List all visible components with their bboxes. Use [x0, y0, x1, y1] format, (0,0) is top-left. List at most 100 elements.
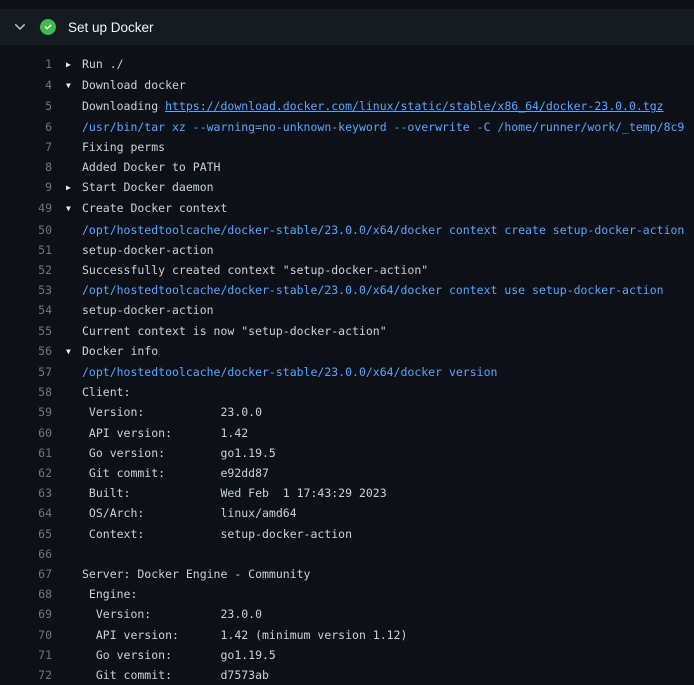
- log-line[interactable]: 69 Version: 23.0.0: [0, 604, 694, 624]
- log-text: OS/Arch: linux/amd64: [82, 506, 297, 520]
- log-line[interactable]: 71 Go version: go1.19.5: [0, 645, 694, 665]
- line-number[interactable]: 60: [0, 423, 52, 443]
- log-line[interactable]: 70 API version: 1.42 (minimum version 1.…: [0, 625, 694, 645]
- line-number[interactable]: 62: [0, 463, 52, 483]
- line-number[interactable]: 70: [0, 625, 52, 645]
- log-line[interactable]: 6/usr/bin/tar xz --warning=no-unknown-ke…: [0, 117, 694, 137]
- line-content: Fixing perms: [66, 137, 694, 157]
- line-number[interactable]: 56: [0, 341, 52, 362]
- line-number[interactable]: 8: [0, 157, 52, 177]
- log-line[interactable]: 58Client:: [0, 382, 694, 402]
- line-content: Downloading https://download.docker.com/…: [66, 96, 694, 116]
- line-number[interactable]: 61: [0, 443, 52, 463]
- line-content: Git commit: d7573ab: [66, 665, 694, 685]
- line-number[interactable]: 66: [0, 544, 52, 564]
- log-line[interactable]: 65 Context: setup-docker-action: [0, 524, 694, 544]
- line-content: ▶Start Docker daemon: [66, 177, 694, 198]
- chevron-down-icon[interactable]: [12, 19, 28, 35]
- group-collapse-icon[interactable]: ▼: [66, 199, 82, 219]
- line-content: setup-docker-action: [66, 300, 694, 320]
- group-expand-icon[interactable]: ▶: [66, 178, 82, 198]
- line-number[interactable]: 64: [0, 503, 52, 523]
- log-line[interactable]: 4 ▼Download docker: [0, 75, 694, 96]
- line-number[interactable]: 68: [0, 584, 52, 604]
- line-number[interactable]: 69: [0, 604, 52, 624]
- log-text: Go version: go1.19.5: [82, 446, 276, 460]
- line-content: [66, 544, 694, 564]
- line-number[interactable]: 4: [0, 75, 52, 96]
- log-line[interactable]: 7 Fixing perms: [0, 137, 694, 157]
- line-number[interactable]: 7: [0, 137, 52, 157]
- group-collapse-icon[interactable]: ▼: [66, 76, 82, 96]
- log-text: Run ./: [82, 57, 124, 71]
- log-line[interactable]: 50/opt/hostedtoolcache/docker-stable/23.…: [0, 220, 694, 240]
- line-number[interactable]: 63: [0, 483, 52, 503]
- log-line[interactable]: 1 ▶Run ./: [0, 54, 694, 75]
- log-line[interactable]: 60 API version: 1.42: [0, 423, 694, 443]
- step-header[interactable]: Set up Docker: [0, 9, 694, 45]
- log-text: Go version: go1.19.5: [82, 648, 276, 662]
- line-number[interactable]: 53: [0, 280, 52, 300]
- log-line[interactable]: 9 ▶Start Docker daemon: [0, 177, 694, 198]
- line-number[interactable]: 50: [0, 220, 52, 240]
- line-number[interactable]: 52: [0, 260, 52, 280]
- log-line[interactable]: 53/opt/hostedtoolcache/docker-stable/23.…: [0, 280, 694, 300]
- log-line[interactable]: 66: [0, 544, 694, 564]
- line-content: OS/Arch: linux/amd64: [66, 503, 694, 523]
- line-number[interactable]: 65: [0, 524, 52, 544]
- log-text: /opt/hostedtoolcache/docker-stable/23.0.…: [82, 283, 664, 297]
- group-collapse-icon[interactable]: ▼: [66, 342, 82, 362]
- line-content: Built: Wed Feb 1 17:43:29 2023: [66, 483, 694, 503]
- log-line[interactable]: 55 Current context is now "setup-docker-a…: [0, 321, 694, 341]
- line-number[interactable]: 9: [0, 177, 52, 198]
- line-content: API version: 1.42: [66, 423, 694, 443]
- log-line[interactable]: 57/opt/hostedtoolcache/docker-stable/23.…: [0, 362, 694, 382]
- line-number[interactable]: 5: [0, 96, 52, 116]
- log-text: Downloading: [82, 99, 165, 113]
- line-content: Server: Docker Engine - Community: [66, 564, 694, 584]
- log-line[interactable]: 51 setup-docker-action: [0, 240, 694, 260]
- log-line[interactable]: 68 Engine:: [0, 584, 694, 604]
- log-line[interactable]: 8 Added Docker to PATH: [0, 157, 694, 177]
- log-text: /opt/hostedtoolcache/docker-stable/23.0.…: [82, 223, 684, 237]
- log-line[interactable]: 49▼Create Docker context: [0, 198, 694, 219]
- line-content: Git commit: e92dd87: [66, 463, 694, 483]
- line-number[interactable]: 1: [0, 54, 52, 75]
- log-line[interactable]: 52Successfully created context "setup-do…: [0, 260, 694, 280]
- line-number[interactable]: 55: [0, 321, 52, 341]
- line-number[interactable]: 51: [0, 240, 52, 260]
- line-number[interactable]: 57: [0, 362, 52, 382]
- line-content: Context: setup-docker-action: [66, 524, 694, 544]
- line-content: /opt/hostedtoolcache/docker-stable/23.0.…: [66, 362, 694, 382]
- log-text: Fixing perms: [82, 140, 165, 154]
- log-line[interactable]: 56 ▼Docker info: [0, 341, 694, 362]
- log-text: setup-docker-action: [82, 303, 214, 317]
- line-number[interactable]: 49: [0, 198, 52, 219]
- log-line[interactable]: 63 Built: Wed Feb 1 17:43:29 2023: [0, 483, 694, 503]
- line-number[interactable]: 71: [0, 645, 52, 665]
- log-line[interactable]: 54 setup-docker-action: [0, 300, 694, 320]
- group-expand-icon[interactable]: ▶: [66, 55, 82, 75]
- log-line[interactable]: 5 Downloading https://download.docker.com…: [0, 96, 694, 116]
- line-number[interactable]: 6: [0, 117, 52, 137]
- line-number[interactable]: 54: [0, 300, 52, 320]
- log-text: Server: Docker Engine - Community: [82, 567, 310, 581]
- line-content: Current context is now "setup-docker-act…: [66, 321, 694, 341]
- log-line[interactable]: 72 Git commit: d7573ab: [0, 665, 694, 685]
- line-number[interactable]: 67: [0, 564, 52, 584]
- line-content: ▼Docker info: [66, 341, 694, 362]
- log-text: Added Docker to PATH: [82, 160, 220, 174]
- log-line[interactable]: 62 Git commit: e92dd87: [0, 463, 694, 483]
- line-number[interactable]: 58: [0, 382, 52, 402]
- line-number[interactable]: 72: [0, 665, 52, 685]
- log-line[interactable]: 61 Go version: go1.19.5: [0, 443, 694, 463]
- log-link[interactable]: https://download.docker.com/linux/static…: [165, 99, 664, 113]
- log-line[interactable]: 64 OS/Arch: linux/amd64: [0, 503, 694, 523]
- line-content: ▼Download docker: [66, 75, 694, 96]
- log-text: Git commit: d7573ab: [82, 668, 269, 682]
- line-content: setup-docker-action: [66, 240, 694, 260]
- workflow-log-panel: Set up Docker 1▶Run ./4▼Download docker5…: [0, 0, 694, 683]
- log-line[interactable]: 67 Server: Docker Engine - Community: [0, 564, 694, 584]
- log-line[interactable]: 59 Version: 23.0.0: [0, 402, 694, 422]
- line-number[interactable]: 59: [0, 402, 52, 422]
